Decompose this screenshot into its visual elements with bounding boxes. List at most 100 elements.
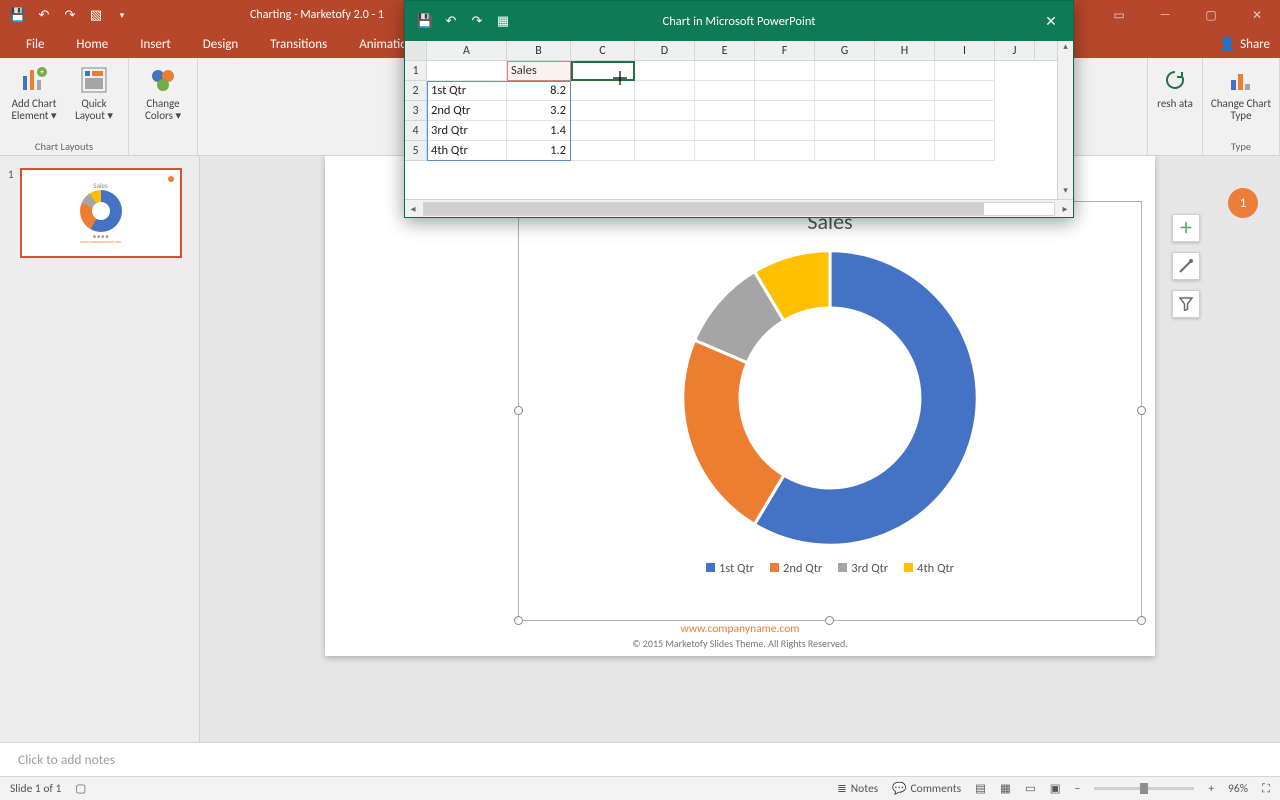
cell-H4[interactable] bbox=[875, 121, 935, 141]
cell-E2[interactable] bbox=[695, 81, 755, 101]
cell-G3[interactable] bbox=[815, 101, 875, 121]
cell-C2[interactable] bbox=[571, 81, 635, 101]
row-header-3[interactable]: 3 bbox=[405, 101, 427, 121]
cell-E5[interactable] bbox=[695, 141, 755, 161]
sorter-view-icon[interactable]: ▦ bbox=[1000, 781, 1011, 796]
minimize-icon[interactable]: — bbox=[1142, 1, 1188, 29]
excel-save-icon[interactable]: 💾 bbox=[417, 13, 433, 29]
cell-D1[interactable] bbox=[635, 61, 695, 81]
save-icon[interactable]: 💾 bbox=[10, 7, 26, 23]
zoom-slider[interactable] bbox=[1094, 787, 1194, 790]
tab-home[interactable]: Home bbox=[60, 30, 124, 58]
row-header-4[interactable]: 4 bbox=[405, 121, 427, 141]
slide-footer-link[interactable]: www.companyname.com bbox=[325, 622, 1155, 636]
donut-slice-2[interactable] bbox=[683, 340, 784, 524]
cell-D5[interactable] bbox=[635, 141, 695, 161]
excel-redo-icon[interactable]: ↷ bbox=[469, 13, 485, 29]
slideshow-icon[interactable]: ▧ bbox=[88, 7, 104, 23]
spellcheck-icon[interactable]: ▢ bbox=[75, 781, 86, 796]
cell-G5[interactable] bbox=[815, 141, 875, 161]
chart-filters-button[interactable] bbox=[1172, 290, 1200, 318]
resize-handle-e[interactable] bbox=[1137, 406, 1146, 415]
zoom-out-icon[interactable]: − bbox=[1075, 782, 1081, 796]
notes-button[interactable]: ≣Notes bbox=[837, 781, 878, 796]
cell-F5[interactable] bbox=[755, 141, 815, 161]
cell-A4[interactable]: 3rd Qtr bbox=[427, 121, 507, 141]
col-header-C[interactable]: C bbox=[571, 41, 635, 60]
cell-D2[interactable] bbox=[635, 81, 695, 101]
hscroll-track[interactable] bbox=[423, 202, 1055, 216]
col-header-E[interactable]: E bbox=[695, 41, 755, 60]
change-chart-type-button[interactable]: Change Chart Type bbox=[1209, 62, 1273, 134]
excel-hscroll[interactable]: ◂ ▸ bbox=[405, 199, 1073, 217]
cell-F1[interactable] bbox=[755, 61, 815, 81]
add-chart-element-button[interactable]: + Add Chart Element ▾ bbox=[6, 62, 62, 134]
cell-I2[interactable] bbox=[935, 81, 995, 101]
col-header-J[interactable]: J bbox=[995, 41, 1035, 60]
hscroll-right-icon[interactable]: ▸ bbox=[1057, 202, 1073, 215]
reading-view-icon[interactable]: ▭ bbox=[1025, 781, 1036, 796]
excel-sheet-icon[interactable]: ▦ bbox=[495, 13, 511, 29]
cell-C1[interactable] bbox=[571, 61, 635, 81]
row-header-5[interactable]: 5 bbox=[405, 141, 427, 161]
cell-B3[interactable]: 3.2 bbox=[507, 101, 571, 121]
cell-C4[interactable] bbox=[571, 121, 635, 141]
redo-icon[interactable]: ↷ bbox=[62, 7, 78, 23]
qat-dropdown-icon[interactable]: ▾ bbox=[114, 7, 130, 23]
design-ideas-badge[interactable]: 1 bbox=[1228, 188, 1258, 218]
cell-C5[interactable] bbox=[571, 141, 635, 161]
tab-design[interactable]: Design bbox=[187, 30, 254, 58]
cell-H1[interactable] bbox=[875, 61, 935, 81]
quick-layout-button[interactable]: Quick Layout ▾ bbox=[66, 62, 122, 134]
cell-G4[interactable] bbox=[815, 121, 875, 141]
undo-icon[interactable]: ↶ bbox=[36, 7, 52, 23]
cell-H5[interactable] bbox=[875, 141, 935, 161]
cell-I3[interactable] bbox=[935, 101, 995, 121]
cell-F3[interactable] bbox=[755, 101, 815, 121]
resize-handle-w[interactable] bbox=[514, 406, 523, 415]
excel-select-all[interactable] bbox=[405, 41, 427, 60]
close-icon[interactable]: ✕ bbox=[1234, 1, 1280, 29]
cell-H2[interactable] bbox=[875, 81, 935, 101]
cell-G1[interactable] bbox=[815, 61, 875, 81]
maximize-icon[interactable]: ▢ bbox=[1188, 1, 1234, 29]
cell-H3[interactable] bbox=[875, 101, 935, 121]
excel-vscroll[interactable]: ▴ ▾ bbox=[1057, 41, 1073, 199]
col-header-A[interactable]: A bbox=[427, 41, 507, 60]
cell-B4[interactable]: 1.4 bbox=[507, 121, 571, 141]
col-header-H[interactable]: H bbox=[875, 41, 935, 60]
chart-legend[interactable]: 1st Qtr 2nd Qtr 3rd Qtr 4th Qtr bbox=[519, 561, 1141, 576]
share-button[interactable]: 👤 Share bbox=[1219, 37, 1270, 52]
notes-pane[interactable]: Click to add notes bbox=[0, 742, 1280, 776]
cell-A2[interactable]: 1st Qtr bbox=[427, 81, 507, 101]
chart-styles-button[interactable] bbox=[1172, 252, 1200, 280]
col-header-G[interactable]: G bbox=[815, 41, 875, 60]
cell-I5[interactable] bbox=[935, 141, 995, 161]
hscroll-left-icon[interactable]: ◂ bbox=[405, 202, 421, 215]
cell-I1[interactable] bbox=[935, 61, 995, 81]
legend-item-3[interactable]: 3rd Qtr bbox=[838, 561, 888, 576]
excel-close-button[interactable]: ✕ bbox=[1029, 2, 1073, 40]
refresh-data-button[interactable]: resh ata bbox=[1154, 62, 1196, 134]
excel-undo-icon[interactable]: ↶ bbox=[443, 13, 459, 29]
cell-E1[interactable] bbox=[695, 61, 755, 81]
tab-transitions[interactable]: Transitions bbox=[254, 30, 343, 58]
legend-item-2[interactable]: 2nd Qtr bbox=[770, 561, 822, 576]
cell-E4[interactable] bbox=[695, 121, 755, 141]
cell-F4[interactable] bbox=[755, 121, 815, 141]
legend-item-4[interactable]: 4th Qtr bbox=[904, 561, 954, 576]
cell-D4[interactable] bbox=[635, 121, 695, 141]
normal-view-icon[interactable]: ▤ bbox=[975, 781, 986, 796]
col-header-B[interactable]: B bbox=[507, 41, 571, 60]
zoom-percent[interactable]: 96% bbox=[1228, 782, 1248, 796]
slide-canvas[interactable]: Sales 1st Qtr 2nd Qtr 3rd Qtr 4th Qtr ww… bbox=[325, 156, 1155, 656]
col-header-F[interactable]: F bbox=[755, 41, 815, 60]
zoom-in-icon[interactable]: + bbox=[1208, 782, 1214, 796]
cell-D3[interactable] bbox=[635, 101, 695, 121]
cell-F2[interactable] bbox=[755, 81, 815, 101]
comments-button[interactable]: 💬Comments bbox=[892, 781, 961, 796]
thumbnails-pane[interactable]: 1 Sales ■ ■ ■ ■ www.companyname.com bbox=[0, 156, 200, 742]
row-header-2[interactable]: 2 bbox=[405, 81, 427, 101]
chart-elements-button[interactable]: ＋ bbox=[1172, 214, 1200, 242]
excel-grid[interactable]: A B C D E F G H I J 1 Sales 21st Qtr8.23… bbox=[405, 41, 1073, 199]
